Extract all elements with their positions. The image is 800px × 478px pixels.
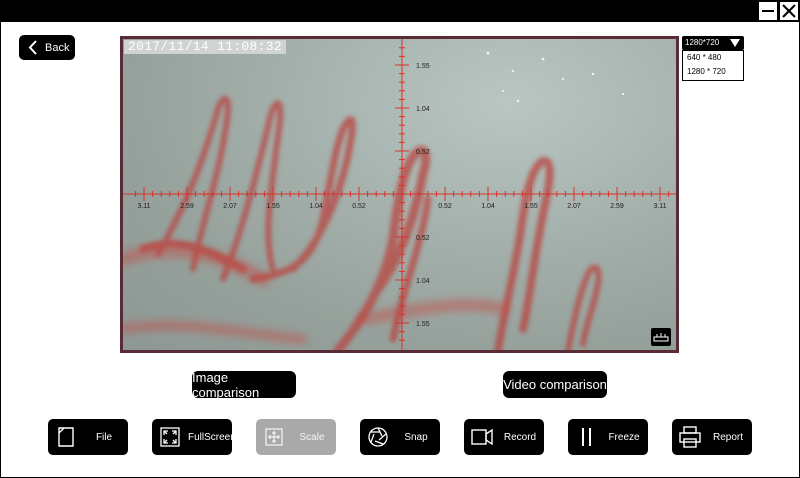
scale-x-label: 1.04: [309, 203, 323, 210]
scale-x-label: 1.55: [266, 203, 280, 210]
image-comparison-button[interactable]: Image comparison: [192, 370, 296, 400]
video-comparison-button[interactable]: Video comparison: [503, 371, 607, 398]
fullscreen-label: FullScreen: [188, 431, 236, 443]
video-camera-icon: [464, 419, 500, 455]
scale-x-label: 1.55: [524, 203, 538, 210]
report-label: Report: [712, 431, 743, 443]
scale-y-label: 0.52: [416, 235, 430, 242]
minimize-icon: [762, 10, 774, 12]
scale-button[interactable]: Scale: [256, 419, 336, 455]
back-label: Back: [45, 41, 70, 54]
freeze-label: Freeze: [608, 431, 640, 443]
resolution-option-640[interactable]: 640 * 480: [683, 51, 743, 65]
record-button[interactable]: Record: [464, 419, 544, 455]
back-button[interactable]: Back: [19, 35, 75, 60]
file-icon: [48, 419, 84, 455]
scale-x-label: 2.07: [567, 203, 581, 210]
resolution-selected: 1280*720: [685, 38, 720, 47]
scale-label: Scale: [299, 431, 325, 443]
file-button[interactable]: File: [48, 419, 128, 455]
report-button[interactable]: Report: [672, 419, 752, 455]
resolution-options: 640 * 480 1280 * 720: [682, 50, 744, 81]
scale-y-label: 0.52: [416, 149, 430, 156]
snap-button[interactable]: Snap: [360, 419, 440, 455]
resolution-option-1280[interactable]: 1280 * 720: [683, 65, 743, 79]
scale-icon: [256, 419, 292, 455]
fullscreen-button[interactable]: FullScreen: [152, 419, 236, 455]
video-frame-graphic: 3.11 2.59 2.07 1.55 1.04 0.52 0.52 1.04 1.55 2.07…: [123, 39, 676, 350]
close-icon: [782, 4, 796, 18]
scale-y-label: 1.55: [416, 321, 430, 328]
freeze-button[interactable]: Freeze: [568, 419, 648, 455]
minimize-button[interactable]: [758, 1, 778, 21]
scale-x-label: 0.52: [438, 203, 452, 210]
dropdown-caret-icon: [730, 39, 740, 47]
scale-x-label: 3.11: [653, 203, 666, 210]
capillary-video-feed: 3.11 2.59 2.07 1.55 1.04 0.52 0.52 1.04 1.55 2.07…: [123, 39, 676, 350]
camera-aperture-icon: [360, 419, 396, 455]
scale-x-label: 2.59: [180, 203, 194, 210]
scale-x-label: 2.07: [223, 203, 237, 210]
scale-y-label: 1.55: [416, 63, 430, 70]
scale-x-label: 0.52: [352, 203, 366, 210]
scale-y-label: 1.04: [416, 278, 430, 285]
pause-icon: [568, 419, 604, 455]
fullscreen-icon: [152, 419, 188, 455]
resolution-select[interactable]: 1280*720: [682, 36, 744, 50]
close-button[interactable]: [779, 1, 799, 21]
snap-label: Snap: [404, 431, 428, 443]
file-label: File: [95, 431, 113, 443]
scale-y-label: 1.04: [416, 106, 430, 113]
ruler-icon[interactable]: [651, 328, 671, 346]
title-bar: [0, 0, 800, 22]
timestamp-overlay: 2017/11/14 11:08:32: [124, 40, 286, 54]
scale-x-label: 2.59: [610, 203, 624, 210]
record-label: Record: [503, 431, 537, 443]
video-viewer[interactable]: 3.11 2.59 2.07 1.55 1.04 0.52 0.52 1.04 1.55 2.07…: [120, 36, 679, 353]
printer-icon: [672, 419, 708, 455]
scale-x-label: 3.11: [137, 203, 150, 210]
chevron-left-icon: [25, 35, 43, 60]
scale-x-label: 1.04: [481, 203, 495, 210]
